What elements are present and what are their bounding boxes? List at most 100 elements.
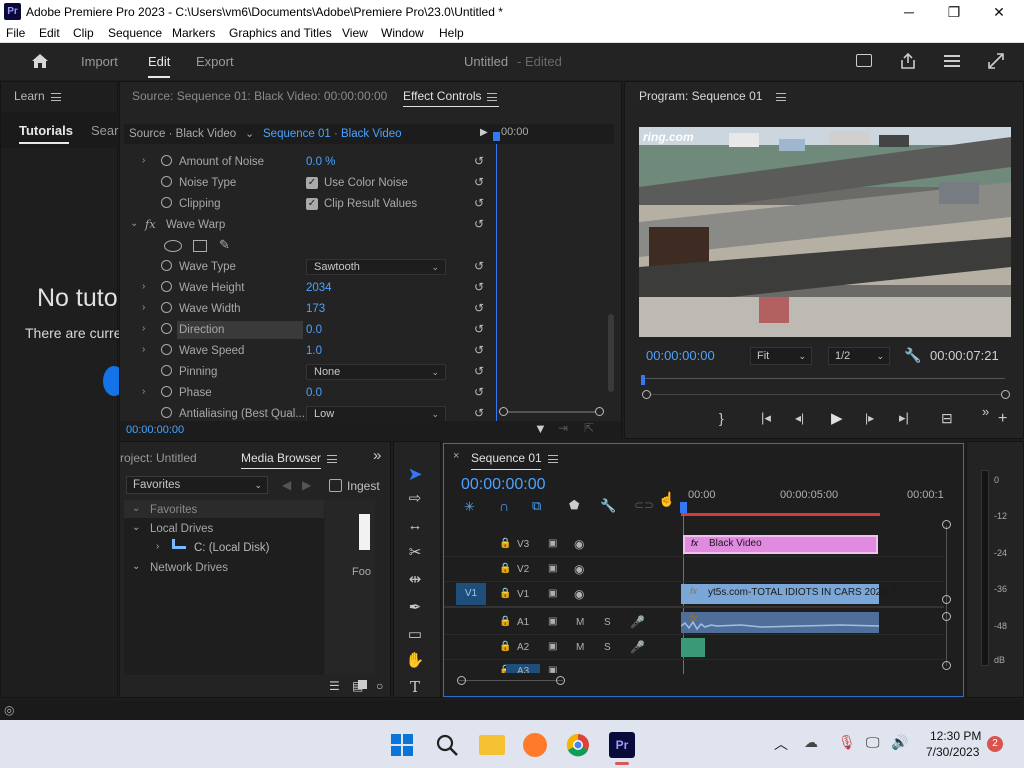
slip-tool-icon[interactable]: ⇹ (400, 569, 430, 591)
sync-lock-icon[interactable]: ▣ (548, 538, 557, 549)
insert-nest-icon[interactable]: ✳ (464, 499, 475, 515)
expand-chevron-icon[interactable]: › (142, 323, 145, 334)
clip-result-checkbox[interactable]: ✓ (306, 198, 318, 210)
reset-icon[interactable]: ↺ (474, 301, 484, 315)
menu-view[interactable]: View (342, 26, 368, 40)
home-icon[interactable] (30, 52, 50, 70)
step-forward-icon[interactable]: |▸ (865, 411, 874, 425)
ec-scrollbar[interactable] (608, 314, 614, 392)
microphone-icon[interactable]: 🎙 (838, 734, 856, 751)
timeline-settings-icon[interactable]: 🔧 (600, 498, 616, 514)
scrub-zoom-right[interactable] (1001, 390, 1010, 399)
menu-sequence[interactable]: Sequence (108, 26, 162, 40)
menu-clip[interactable]: Clip (73, 26, 94, 40)
zoom-handle-left[interactable] (499, 407, 508, 416)
rectangle-tool-icon[interactable]: ▭ (400, 624, 430, 646)
stopwatch-icon[interactable] (161, 197, 172, 208)
sequence-tab[interactable]: Sequence 01 (471, 451, 542, 465)
pen-mask-icon[interactable]: ✎ (219, 237, 230, 253)
mark-out-icon[interactable]: } (719, 410, 724, 426)
thumb-size-icon[interactable] (358, 680, 367, 689)
track-label-v1[interactable]: V1 (517, 589, 529, 600)
reset-icon[interactable]: ↺ (474, 406, 484, 420)
video-frame[interactable]: ring.com (639, 127, 1011, 337)
zoom-handle-left[interactable] (457, 676, 466, 685)
play-audio-icon[interactable]: ⇥ (558, 421, 568, 435)
wave-height-value[interactable]: 2034 (306, 282, 332, 294)
track-label-v3[interactable]: V3 (517, 539, 529, 550)
program-playhead[interactable] (641, 375, 645, 385)
source-clip-label[interactable]: Source · Black Video (129, 128, 236, 140)
tab-tutorials[interactable]: Tutorials (19, 123, 73, 138)
reset-icon[interactable]: ↺ (474, 322, 484, 336)
effect-controls-tab[interactable]: Effect Controls (403, 89, 481, 103)
stopwatch-icon[interactable] (161, 386, 172, 397)
hand-tool-icon[interactable]: ✋ (400, 650, 430, 672)
show-hidden-icons-icon[interactable]: ︿ (774, 734, 788, 754)
stopwatch-icon[interactable] (161, 344, 172, 355)
ec-timecode[interactable]: 00:00:00:00 (126, 424, 184, 436)
type-tool-icon[interactable]: T (400, 676, 430, 698)
track-label-a2[interactable]: A2 (517, 642, 529, 653)
tree-network-drives[interactable]: Network Drives (150, 562, 228, 574)
export-frame-icon[interactable]: ⊟ (941, 410, 953, 427)
source-patch-v1[interactable]: V1 (456, 583, 486, 605)
stopwatch-icon[interactable] (161, 281, 172, 292)
playback-resolution-dropdown[interactable]: 1/2 ⌄ (828, 347, 890, 365)
reset-icon[interactable]: ↺ (474, 154, 484, 168)
lock-icon[interactable]: 🔒 (499, 538, 511, 549)
settings-wrench-icon[interactable]: 🔧 (904, 347, 921, 364)
play-triangle-icon[interactable]: ▶ (480, 127, 488, 138)
ec-playhead-handle[interactable] (493, 132, 500, 141)
more-controls-icon[interactable]: » (982, 404, 989, 419)
tree-c-drive[interactable]: C: (Local Disk) (194, 542, 269, 554)
zoom-fit-dropdown[interactable]: Fit ⌄ (750, 347, 812, 365)
go-to-in-icon[interactable]: |◂ (761, 410, 771, 426)
sync-lock-icon[interactable]: ▣ (548, 665, 557, 673)
close-tab-icon[interactable]: × (453, 450, 459, 462)
captions-icon[interactable]: ⊂⊃ (634, 498, 654, 512)
tree-local-drives[interactable]: Local Drives (150, 523, 213, 535)
windows-start-icon[interactable] (391, 734, 413, 756)
tab-import[interactable]: Import (81, 54, 118, 69)
reset-icon[interactable]: ↺ (474, 343, 484, 357)
razor-tool-icon[interactable]: ✂ (400, 542, 430, 564)
selection-tool-icon[interactable]: ➤ (400, 463, 430, 485)
button-editor-icon[interactable]: + (998, 410, 1007, 428)
expand-chevron-icon[interactable]: › (142, 302, 145, 313)
workspaces-icon[interactable] (943, 53, 961, 69)
favorites-dropdown[interactable]: Favorites ⌄ (126, 476, 268, 494)
expand-chevron-icon[interactable]: › (142, 155, 145, 166)
stopwatch-icon[interactable] (161, 323, 172, 334)
forward-arrow-icon[interactable]: ▶ (302, 478, 311, 492)
project-tab[interactable]: roject: Untitled (120, 451, 197, 465)
minimize-button[interactable]: ─ (886, 0, 932, 24)
stopwatch-icon[interactable] (161, 302, 172, 313)
filter-icon[interactable]: ▼ (534, 421, 547, 436)
source-monitor-tab[interactable]: Source: Sequence 01: Black Video: 00:00:… (132, 89, 387, 103)
eye-icon[interactable]: ◉ (574, 587, 584, 601)
ellipse-mask-icon[interactable] (164, 240, 182, 252)
ripple-edit-tool-icon[interactable]: ↔ (400, 515, 430, 537)
solo-button[interactable]: S (604, 642, 611, 653)
phase-value[interactable]: 0.0 (306, 387, 322, 399)
add-marker-icon[interactable]: ⬟ (569, 498, 579, 512)
sync-lock-icon[interactable]: ▣ (548, 616, 557, 627)
search-icon[interactable] (435, 733, 459, 757)
zoom-handle-right[interactable] (556, 676, 565, 685)
reset-icon[interactable]: ↺ (474, 175, 484, 189)
zoom-slider-handle[interactable]: ○ (376, 679, 383, 693)
network-icon[interactable]: 🖵 (866, 734, 880, 751)
stopwatch-icon[interactable] (161, 407, 172, 418)
timeline-zoom-bar[interactable] (459, 680, 563, 681)
direction-value[interactable]: 0.0 (306, 324, 322, 336)
reset-icon[interactable]: ↺ (474, 364, 484, 378)
pinning-dropdown[interactable]: None ⌄ (306, 364, 446, 380)
fullscreen-icon[interactable] (987, 52, 1005, 70)
ec-zoom-slider[interactable] (503, 411, 599, 413)
vscroll-handle[interactable] (942, 612, 951, 621)
firefox-icon[interactable] (523, 733, 547, 757)
mute-button[interactable]: M (576, 617, 584, 628)
wave-type-dropdown[interactable]: Sawtooth ⌄ (306, 259, 446, 275)
reset-icon[interactable]: ↺ (474, 385, 484, 399)
